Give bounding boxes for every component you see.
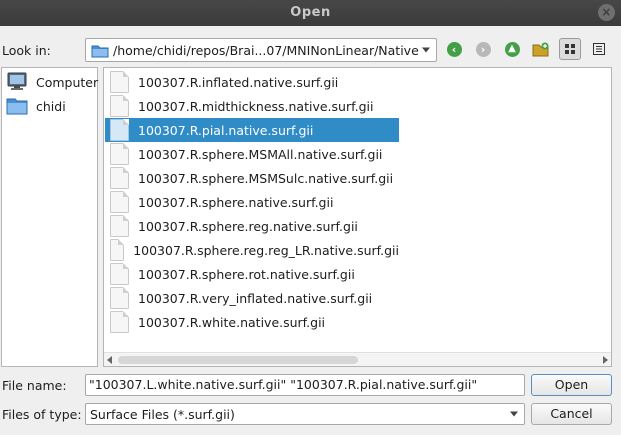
parent-directory-button[interactable]: ▲ [501,38,523,60]
computer-icon [7,72,27,90]
folder-icon [91,45,109,57]
file-name: 100307.R.white.native.surf.gii [138,314,326,330]
forward-button[interactable]: › [472,38,494,60]
file-name: 100307.R.sphere.reg.native.surf.gii [138,218,358,234]
title-bar: Open × [0,0,621,26]
sidebar-item-computer[interactable]: Computer [6,71,98,93]
look-in-label: Look in: [2,43,51,58]
look-in-path: /home/chidi/repos/Brai...07/MNINonLinear… [113,42,419,58]
file-row[interactable]: 100307.R.midthickness.native.surf.gii [105,94,399,118]
file-icon [110,215,129,237]
file-icon [110,167,129,189]
file-icon [110,263,129,285]
scrollbar-thumb[interactable] [118,356,358,364]
file-icon [110,239,125,261]
detail-list-icon [593,43,605,55]
file-row[interactable]: 100307.R.sphere.reg.native.surf.gii [105,214,399,238]
file-name: 100307.R.sphere.MSMAll.native.surf.gii [138,146,383,162]
file-row[interactable]: 100307.R.sphere.reg.reg_LR.native.surf.g… [105,238,399,262]
file-icon [110,311,129,333]
sidebar-item-chidi[interactable]: chidi [6,95,66,117]
sidebar-item-label: chidi [36,98,66,114]
chevron-down-icon [422,47,430,53]
file-row[interactable]: 100307.R.inflated.native.surf.gii [105,70,399,94]
look-in-combo[interactable]: /home/chidi/repos/Brai...07/MNINonLinear… [85,38,437,62]
file-row[interactable]: 100307.R.sphere.rot.native.surf.gii [105,262,399,286]
file-name: 100307.R.sphere.reg.reg_LR.native.surf.g… [133,242,399,258]
back-button[interactable]: ‹ [443,38,465,60]
file-icon [110,119,129,141]
file-icon [110,287,129,309]
file-icon [110,95,129,117]
file-name-label: File name: [2,378,67,393]
detail-view-button[interactable] [588,38,610,60]
file-row[interactable]: 100307.R.sphere.native.surf.gii [105,190,399,214]
file-row[interactable]: 100307.R.very_inflated.native.surf.gii [105,286,399,310]
close-window-button[interactable]: × [598,4,615,21]
file-row[interactable]: 100307.R.white.native.surf.gii [105,310,399,334]
list-view-button[interactable] [559,38,581,60]
scroll-right-icon[interactable] [603,356,608,364]
file-name: 100307.R.sphere.rot.native.surf.gii [138,266,355,282]
file-name: 100307.R.very_inflated.native.surf.gii [138,290,373,306]
file-icon [110,191,129,213]
arrow-right-icon: › [475,41,491,57]
file-name: 100307.R.sphere.MSMSulc.native.surf.gii [138,170,394,186]
file-icon [110,71,129,93]
scroll-left-icon[interactable] [107,356,112,364]
chevron-down-icon [510,411,518,417]
window-title: Open [290,5,331,20]
file-row[interactable]: 100307.R.pial.native.surf.gii [105,118,399,142]
file-name: 100307.R.pial.native.surf.gii [138,122,314,138]
file-row[interactable]: 100307.R.sphere.MSMAll.native.surf.gii [105,142,399,166]
new-folder-icon [532,42,549,57]
file-name: 100307.R.midthickness.native.surf.gii [138,98,374,114]
file-icon [110,143,129,165]
arrow-left-icon: ‹ [446,41,462,57]
file-type-label: Files of type: [2,407,82,422]
new-folder-button[interactable] [530,38,552,60]
file-type-value: Surface Files (*.surf.gii) [90,406,235,422]
file-list: 100307.R.inflated.native.surf.gii 100307.… [103,67,612,367]
sidebar: Computer chidi [1,67,98,367]
file-name: 100307.R.inflated.native.surf.gii [138,74,339,90]
cancel-button[interactable]: Cancel [531,403,612,425]
horizontal-scrollbar[interactable] [104,352,611,366]
open-button[interactable]: Open [531,374,612,396]
file-type-select[interactable]: Surface Files (*.surf.gii) [85,403,525,425]
file-row[interactable]: 100307.R.sphere.MSMSulc.native.surf.gii [105,166,399,190]
arrow-up-icon: ▲ [504,41,520,57]
file-name: 100307.R.sphere.native.surf.gii [138,194,334,210]
sidebar-item-label: Computer [36,74,99,90]
file-name-input[interactable]: "100307.L.white.native.surf.gii" "100307… [85,374,525,396]
grid-view-icon [565,44,575,54]
folder-icon [6,98,28,115]
